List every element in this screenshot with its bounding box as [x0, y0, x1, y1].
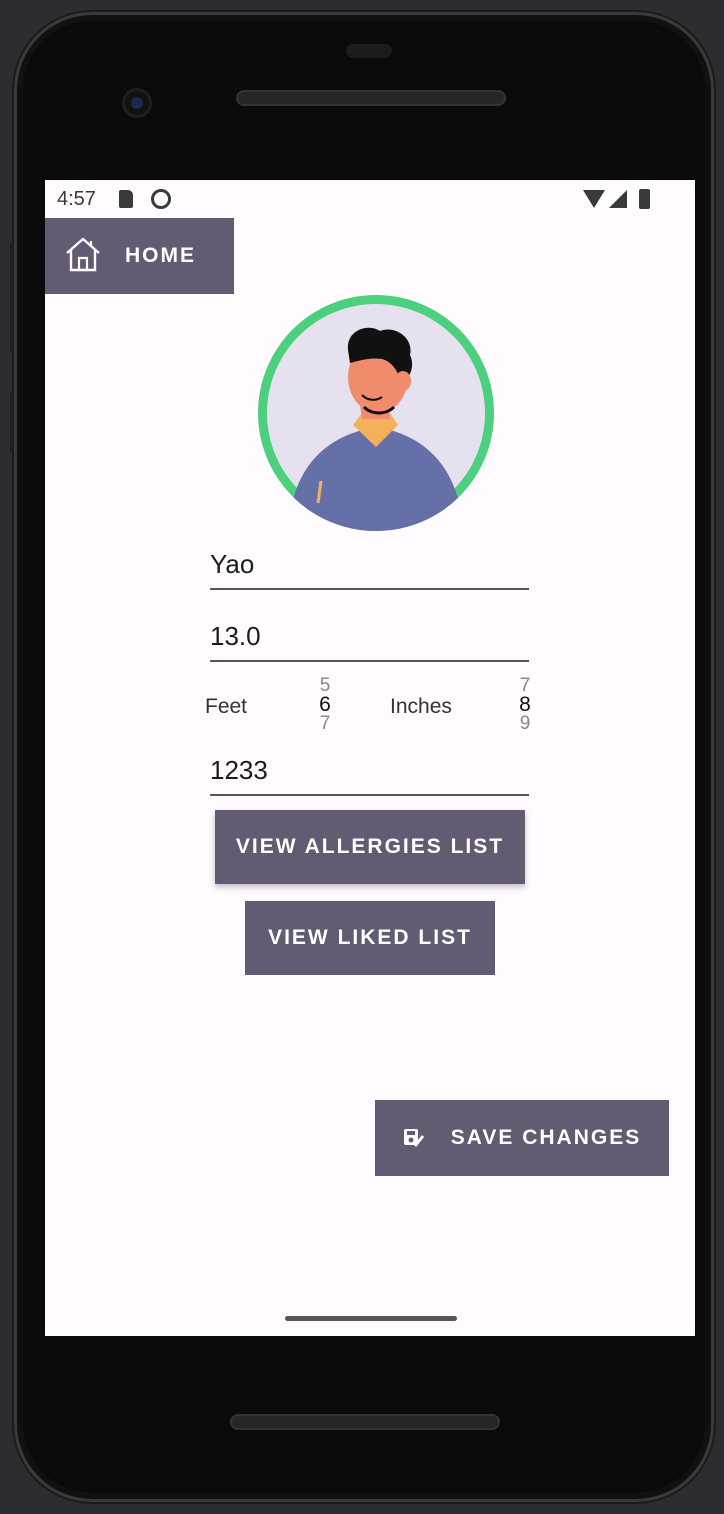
view-allergies-button[interactable]: VIEW ALLERGIES LIST: [215, 810, 525, 884]
save-changes-button[interactable]: SAVE CHANGES: [375, 1100, 669, 1176]
inches-label: Inches: [390, 695, 452, 718]
view-liked-button[interactable]: VIEW LIKED LIST: [245, 901, 495, 975]
save-edit-icon: [403, 1128, 425, 1148]
wifi-icon: [583, 190, 605, 208]
name-field[interactable]: Yao: [210, 538, 529, 590]
weight-field-value: 13.0: [210, 621, 261, 651]
notification-face-icon: [151, 189, 171, 209]
home-icon: [63, 235, 103, 278]
top-sensor: [346, 44, 392, 58]
inches-number-picker[interactable]: 7 8 9: [515, 676, 535, 733]
feet-label: Feet: [205, 695, 248, 718]
status-time: 4:57: [57, 188, 96, 210]
feet-option-selected: 6: [319, 693, 331, 716]
id-field[interactable]: 1233: [210, 744, 529, 796]
inches-option-next: 9: [519, 713, 531, 734]
front-camera: [122, 88, 152, 118]
signal-icon: [609, 190, 627, 208]
battery-icon: [639, 189, 650, 209]
inches-option-selected: 8: [519, 693, 531, 716]
id-field-value: 1233: [210, 755, 268, 785]
height-picker: Feet 5 6 7 Inches 7 8 9: [205, 672, 545, 742]
power-button: [10, 392, 14, 452]
volume-button: [10, 242, 14, 352]
view-liked-label: VIEW LIKED LIST: [268, 926, 472, 949]
bottom-speaker: [230, 1414, 500, 1430]
status-bar: 4:57: [45, 180, 695, 218]
sd-card-icon: [119, 190, 133, 208]
avatar-illustration: [288, 327, 464, 531]
app-screen: 4:57 HOME Yao 13.0 Feet 5 6 7 Inches 7 8…: [45, 180, 695, 1336]
top-speaker: [236, 90, 506, 106]
feet-number-picker[interactable]: 5 6 7: [315, 676, 335, 733]
home-button-label: HOME: [125, 244, 196, 267]
save-changes-label: SAVE CHANGES: [450, 1126, 642, 1149]
name-field-value: Yao: [210, 549, 255, 579]
view-allergies-label: VIEW ALLERGIES LIST: [235, 835, 505, 858]
feet-option-next: 7: [319, 713, 331, 734]
profile-avatar[interactable]: [258, 295, 494, 531]
weight-field[interactable]: 13.0: [210, 610, 529, 662]
gesture-bar[interactable]: [285, 1316, 457, 1321]
home-button[interactable]: HOME: [45, 218, 234, 294]
